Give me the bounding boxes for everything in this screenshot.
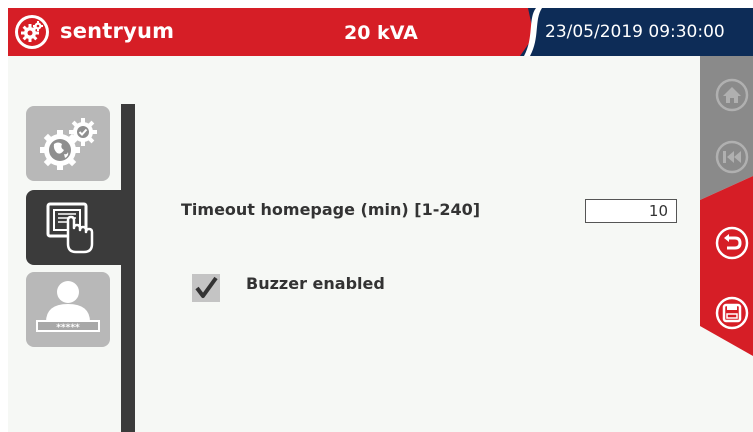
user-password-icon: ***** <box>36 281 100 333</box>
header-bar: sentryum 20 kVA 23/05/2019 09:30:00 <box>8 8 753 56</box>
brand-name: sentryum <box>60 19 175 43</box>
buzzer-label: Buzzer enabled <box>246 274 385 293</box>
nav-divider-bar <box>121 104 135 432</box>
back-button[interactable] <box>715 140 749 174</box>
save-button[interactable] <box>715 296 749 330</box>
nav-display-settings[interactable] <box>26 190 121 265</box>
back-icon <box>723 151 741 163</box>
checkmark-icon <box>195 276 218 298</box>
gear-globe-icon <box>40 118 97 170</box>
buzzer-checkbox[interactable] <box>192 274 220 302</box>
save-icon <box>722 303 742 323</box>
datetime-display: 23/05/2019 09:30:00 <box>545 22 725 42</box>
device-screen: sentryum 20 kVA 23/05/2019 09:30:00 ****… <box>8 8 753 432</box>
nav-general-settings[interactable] <box>26 106 110 181</box>
timeout-label: Timeout homepage (min) [1-240] <box>181 200 481 219</box>
home-icon <box>723 87 741 103</box>
timeout-input[interactable]: 10 <box>585 199 677 223</box>
home-button[interactable] <box>715 78 749 112</box>
touch-display-icon <box>46 202 94 254</box>
nav-user-password[interactable]: ***** <box>26 272 110 347</box>
undo-button[interactable] <box>715 226 749 260</box>
power-rating: 20 kVA <box>344 22 418 44</box>
password-mask: ***** <box>56 323 80 333</box>
sentryum-logo-icon <box>15 15 49 49</box>
undo-icon <box>724 234 742 250</box>
